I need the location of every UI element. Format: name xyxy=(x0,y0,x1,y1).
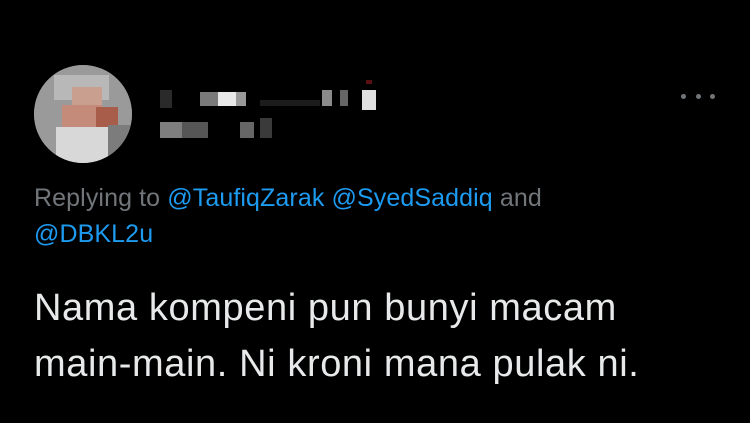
tweet-card: Replying to @TaufiqZarak @SyedSaddiq and… xyxy=(0,0,750,423)
tweet-text: Nama kompeni pun bunyi macam main-main. … xyxy=(34,280,724,392)
replying-to-conjunction: and xyxy=(499,184,542,212)
avatar[interactable] xyxy=(34,65,132,163)
more-dot xyxy=(695,93,701,99)
mention-link[interactable]: @SyedSaddiq xyxy=(331,184,492,212)
display-name-redacted[interactable] xyxy=(140,80,390,150)
tweet-text-line: main-main. Ni kroni mana pulak ni. xyxy=(34,343,640,385)
mention-link[interactable]: @TaufiqZarak xyxy=(167,184,324,212)
tweet-text-line: Nama kompeni pun bunyi macam xyxy=(34,287,617,329)
replying-to-label: Replying to xyxy=(34,184,161,212)
more-dot xyxy=(710,93,715,99)
more-horizontal-icon[interactable] xyxy=(681,88,715,104)
mention-link[interactable]: @DBKL2u xyxy=(34,220,153,248)
replying-to: Replying to @TaufiqZarak @SyedSaddiq and… xyxy=(34,180,674,252)
more-dot xyxy=(681,93,686,99)
